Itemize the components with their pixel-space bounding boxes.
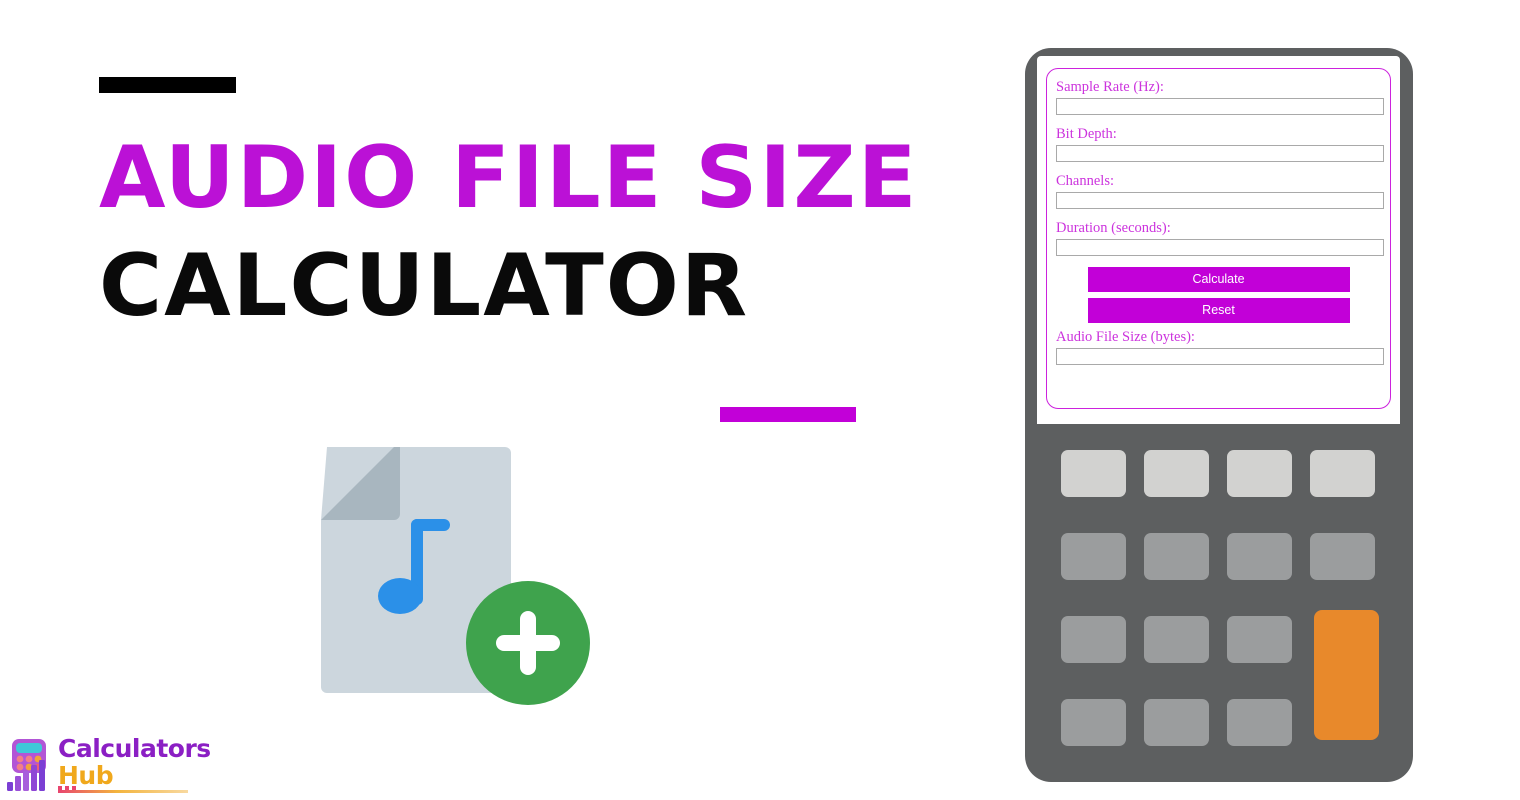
reset-button[interactable]: Reset — [1087, 298, 1350, 323]
keypad-key-r2c1[interactable] — [1061, 533, 1126, 580]
field-channels: Channels: — [1056, 173, 1384, 209]
keypad-key-r3c2[interactable] — [1144, 616, 1209, 663]
calculator-keypad — [1061, 450, 1381, 746]
bit-depth-input[interactable] — [1056, 145, 1384, 162]
channels-input[interactable] — [1056, 192, 1384, 209]
calculate-button[interactable]: Calculate — [1087, 267, 1350, 292]
page-title: AUDIO FILE SIZE CALCULATOR — [99, 128, 979, 336]
audio-file-size-output[interactable] — [1056, 348, 1384, 365]
sample-rate-input[interactable] — [1056, 98, 1384, 115]
add-badge-icon — [466, 581, 590, 705]
brand-dots — [58, 786, 76, 790]
duration-input[interactable] — [1056, 239, 1384, 256]
field-label-audio-file-size: Audio File Size (bytes): — [1056, 329, 1195, 345]
brand-logo-text: Calculators Hub — [58, 736, 211, 788]
keypad-key-r4c2[interactable] — [1144, 699, 1209, 746]
accent-bar-top — [99, 77, 236, 93]
audio-file-icon — [321, 447, 590, 705]
page-root: AUDIO FILE SIZE CALCULATOR Calculators H… — [0, 0, 1520, 800]
field-bit-depth: Bit Depth: — [1056, 126, 1384, 162]
keypad-key-r2c2[interactable] — [1144, 533, 1209, 580]
keypad-key-r2c3[interactable] — [1227, 533, 1292, 580]
field-label-bit-depth: Bit Depth: — [1056, 126, 1117, 142]
brand-logo[interactable]: Calculators Hub — [6, 736, 306, 796]
keypad-key-r3c3[interactable] — [1227, 616, 1292, 663]
keypad-key-accent[interactable] — [1314, 610, 1379, 740]
brand-word-calculators: Calculators — [58, 734, 211, 763]
field-label-duration: Duration (seconds): — [1056, 220, 1171, 236]
audio-file-size-form: Sample Rate (Hz): Bit Depth: Channels: D… — [1046, 68, 1391, 409]
accent-bar-divider — [720, 407, 856, 422]
keypad-key-r4c1[interactable] — [1061, 699, 1126, 746]
keypad-key-r1c4[interactable] — [1310, 450, 1375, 497]
keypad-key-r1c1[interactable] — [1061, 450, 1126, 497]
field-result: Audio File Size (bytes): — [1056, 329, 1384, 365]
keypad-key-r3c1[interactable] — [1061, 616, 1126, 663]
field-label-channels: Channels: — [1056, 173, 1114, 189]
audio-file-add-illustration — [300, 425, 610, 715]
brand-word-hub: Hub — [58, 761, 114, 790]
keypad-key-r2c4[interactable] — [1310, 533, 1375, 580]
brand-underline — [58, 790, 188, 793]
keypad-key-r1c3[interactable] — [1227, 450, 1292, 497]
keypad-key-r1c2[interactable] — [1144, 450, 1209, 497]
field-duration: Duration (seconds): — [1056, 220, 1384, 256]
keypad-key-r4c3[interactable] — [1227, 699, 1292, 746]
page-title-line-1: AUDIO FILE SIZE — [99, 128, 919, 228]
field-label-sample-rate: Sample Rate (Hz): — [1056, 79, 1164, 95]
field-sample-rate: Sample Rate (Hz): — [1056, 79, 1384, 115]
calculator-bars-logo-icon — [7, 739, 46, 791]
page-title-line-2: CALCULATOR — [99, 235, 750, 336]
